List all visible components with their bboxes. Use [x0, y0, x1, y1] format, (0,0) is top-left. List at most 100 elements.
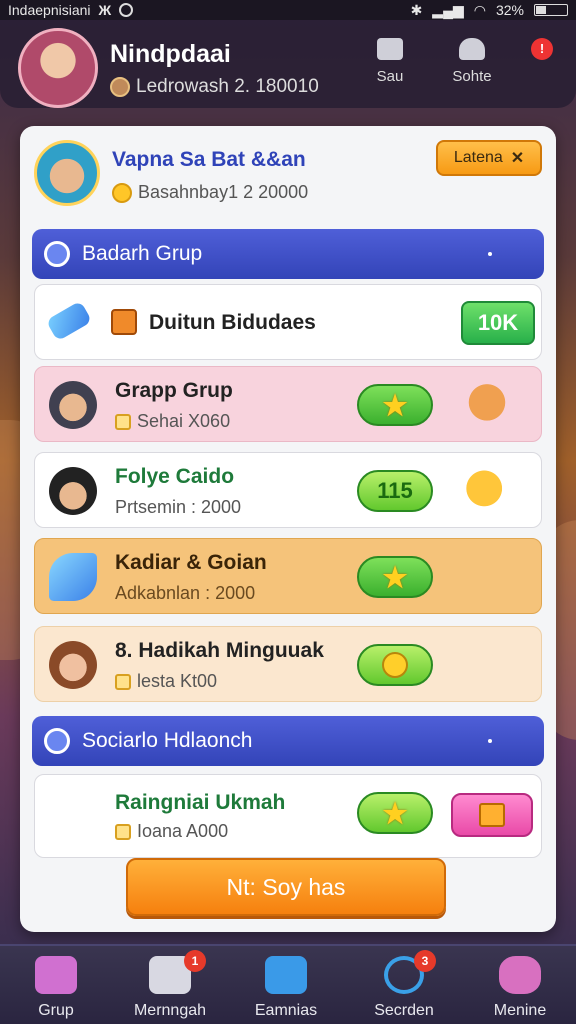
close-icon: ✕: [510, 150, 525, 167]
avatar: [49, 641, 97, 689]
nav-label: Menine: [493, 1002, 547, 1019]
check-icon: [115, 673, 131, 690]
list-item-subtitle-text: Ioana A000: [137, 821, 229, 841]
star-reward-button[interactable]: ★: [357, 556, 433, 598]
profile-title: Vapna Sa Bat &&an: [112, 148, 306, 171]
profile-subtitle-text: Basahnbay1 2 20000: [138, 182, 309, 202]
user-name: Nindpdaai: [110, 40, 231, 68]
star-icon: ★: [382, 797, 408, 829]
later-button-label: Latena: [453, 149, 503, 166]
nav-item-messages[interactable]: 1 Mernngah: [120, 950, 220, 1020]
list-item-subtitle-text: Sehai X060: [137, 411, 231, 431]
star-icon: ★: [382, 561, 408, 593]
clock-icon: [44, 241, 70, 267]
app-header: Nindpdaai Ledrowash 2. 180010 Sau Sohte …: [0, 20, 576, 108]
list-item-subtitle: Sehai X060: [115, 411, 230, 432]
mascot-icon: [459, 465, 515, 517]
profile-summary: Vapna Sa Bat &&an Basahnbay1 2 20000 Lat…: [20, 126, 556, 222]
section-header-social[interactable]: Sociarlo Hdlaonch: [32, 716, 544, 766]
check-icon: [115, 823, 131, 840]
profile-button-label: Sohte: [452, 68, 492, 85]
star-reward-button[interactable]: ★: [357, 384, 433, 426]
gift-button[interactable]: [451, 793, 533, 837]
nav-label: Eamnias: [254, 1002, 318, 1019]
medal-reward-button[interactable]: [357, 644, 433, 686]
nav-item-group[interactable]: Grup: [6, 956, 106, 1020]
signal-icon: ▂▄▆: [432, 1, 464, 18]
status-icons: ✱ ▂▄▆ ◠ 32%: [411, 2, 568, 19]
check-icon: [115, 413, 131, 430]
more-icon[interactable]: [488, 252, 492, 256]
status-bar: Indaepnisiani Ж ✱ ▂▄▆ ◠ 32%: [0, 0, 576, 20]
app-glyph: Ж: [98, 2, 112, 18]
list-item-title: Folye Caido: [115, 465, 235, 488]
coin-icon: [112, 182, 132, 203]
avatar: [49, 381, 97, 429]
more-icon[interactable]: [488, 739, 492, 743]
later-button[interactable]: Latena ✕: [436, 140, 542, 176]
number-reward-button[interactable]: 115: [357, 470, 433, 512]
mascot-icon: [459, 379, 515, 431]
profile-icon: [459, 38, 485, 60]
list-item[interactable]: Duitun Bidudaes 10K: [34, 284, 542, 360]
list-item[interactable]: Kadiar & Goian Adkabnlan : 2000 ★: [34, 538, 542, 614]
profile-button[interactable]: Sohte: [442, 38, 502, 85]
profile-avatar[interactable]: [34, 140, 100, 206]
avatar[interactable]: [18, 28, 98, 108]
box-icon: [111, 309, 137, 335]
list-item-title: 8. Hadikah Minguuak: [115, 639, 324, 662]
list-item[interactable]: Folye Caido Prtsemin : 2000 115: [34, 452, 542, 528]
primary-action-button[interactable]: Nt: Soy has: [126, 858, 446, 916]
house-icon: [35, 956, 77, 994]
chat-icon: [377, 38, 403, 60]
card-icon: [265, 956, 307, 994]
star-icon: ★: [382, 389, 408, 421]
mini-avatar-icon: [110, 77, 130, 97]
list-item-subtitle: lesta Kt00: [115, 671, 217, 692]
section-title: Badarh Grup: [82, 242, 203, 265]
section-header-group[interactable]: Badarh Grup: [32, 229, 544, 279]
list-item-title: Grapp Grup: [115, 379, 233, 402]
battery-fill: [536, 6, 547, 14]
user-subtitle: Ledrowash 2. 180010: [110, 76, 319, 98]
list-item-subtitle-text: Adkabnlan : 2000: [115, 583, 256, 603]
list-item[interactable]: Raingniai Ukmah Ioana A000 ★: [34, 774, 542, 858]
medal-icon: [382, 652, 408, 678]
nav-badge: 3: [414, 950, 436, 972]
list-item-title: Kadiar & Goian: [115, 551, 267, 574]
list-item-title: Duitun Bidudaes: [149, 311, 316, 334]
nav-label: Mernngah: [133, 1002, 207, 1019]
star-reward-button[interactable]: ★: [357, 792, 433, 834]
battery-percent: 32%: [495, 2, 524, 18]
nav-badge: 1: [184, 950, 206, 972]
nav-item-games[interactable]: Eamnias: [236, 956, 336, 1020]
battery-icon: [534, 4, 568, 16]
alarm-icon: [119, 3, 134, 17]
carrier-label: Indaepnisiani: [8, 2, 91, 18]
list-item-subtitle-text: Prtsemin : 2000: [115, 497, 242, 517]
nav-label: Grup: [38, 1002, 74, 1019]
chat-button-label: Sau: [376, 68, 404, 85]
bluetooth-icon: ✱: [410, 1, 423, 18]
bottom-navigation: Grup 1 Mernngah Eamnias 3 Secrden Menine: [0, 944, 576, 1024]
nav-item-menu[interactable]: Menine: [470, 956, 570, 1020]
user-subtitle-text: Ledrowash 2. 180010: [136, 76, 319, 97]
main-card: Vapna Sa Bat &&an Basahnbay1 2 20000 Lat…: [20, 126, 556, 932]
wifi-icon: ◠: [473, 1, 486, 18]
list-item[interactable]: Grapp Grup Sehai X060 ★: [34, 366, 542, 442]
nav-item-search[interactable]: 3 Secrden: [354, 950, 454, 1020]
chat-button[interactable]: Sau: [360, 38, 420, 85]
avatar: [49, 791, 97, 839]
notification-badge[interactable]: !: [531, 38, 553, 60]
list-item-subtitle: Prtsemin : 2000: [115, 497, 241, 518]
plane-icon: [49, 553, 97, 601]
list-item-action[interactable]: 10K: [461, 301, 535, 345]
profile-subtitle: Basahnbay1 2 20000: [112, 182, 308, 203]
list-item[interactable]: 8. Hadikah Minguuak lesta Kt00: [34, 626, 542, 702]
list-item-title: Raingniai Ukmah: [115, 791, 286, 814]
list-item-subtitle-text: lesta Kt00: [137, 671, 218, 691]
list-item-subtitle: Ioana A000: [115, 821, 228, 842]
list-item-subtitle: Adkabnlan : 2000: [115, 583, 255, 604]
plane-icon: [45, 300, 93, 342]
star-icon: [499, 956, 541, 994]
